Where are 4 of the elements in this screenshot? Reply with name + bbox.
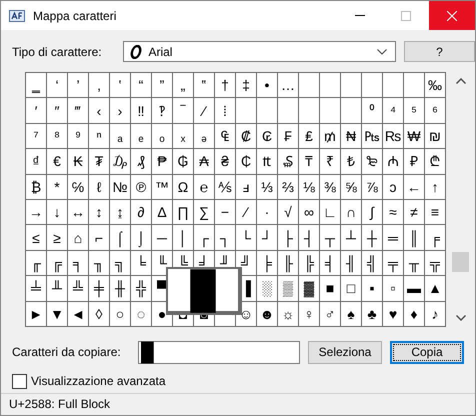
copy-label: Caratteri da copiare: bbox=[12, 345, 122, 360]
window-title: Mappa caratteri bbox=[33, 8, 118, 22]
magnified-character-tooltip: █ bbox=[166, 267, 242, 315]
font-label: Tipo di carattere: bbox=[12, 44, 103, 58]
